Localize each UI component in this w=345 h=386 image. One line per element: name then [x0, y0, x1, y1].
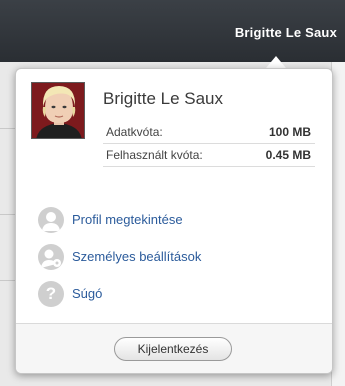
avatar — [31, 82, 85, 139]
quota-value: 0.45 MB — [265, 148, 311, 162]
topbar-user-name[interactable]: Brigitte Le Saux — [235, 25, 337, 40]
user-profile-icon — [38, 206, 64, 233]
popup-footer: Kijelentkezés — [16, 323, 332, 373]
quota-value: 100 MB — [268, 125, 311, 139]
user-menu: Profil megtekintése Személyes beállításo… — [38, 201, 298, 312]
user-menu-popup: Brigitte Le Saux Adatkvóta: 100 MB Felha… — [15, 68, 333, 374]
menu-item-help[interactable]: ? Súgó — [38, 275, 298, 312]
menu-item-label: Súgó — [72, 286, 103, 301]
background-right-strip — [331, 62, 345, 386]
menu-item-personal-settings[interactable]: Személyes beállítások — [38, 238, 298, 275]
popup-user-name: Brigitte Le Saux — [103, 89, 224, 108]
popup-arrow — [266, 56, 286, 68]
logout-button[interactable]: Kijelentkezés — [114, 337, 232, 361]
quota-label: Adatkvóta: — [106, 125, 163, 139]
menu-item-label: Profil megtekintése — [72, 212, 183, 227]
menu-item-label: Személyes beállítások — [72, 249, 202, 264]
quota-table: Adatkvóta: 100 MB Felhasznált kvóta: 0.4… — [103, 121, 315, 167]
quota-row: Felhasznált kvóta: 0.45 MB — [103, 144, 315, 167]
top-bar: Brigitte Le Saux — [0, 0, 345, 62]
help-icon: ? — [38, 280, 64, 307]
user-settings-icon — [38, 243, 64, 270]
quota-row: Adatkvóta: 100 MB — [103, 121, 315, 144]
menu-item-view-profile[interactable]: Profil megtekintése — [38, 201, 298, 238]
quota-label: Felhasznált kvóta: — [106, 148, 203, 162]
